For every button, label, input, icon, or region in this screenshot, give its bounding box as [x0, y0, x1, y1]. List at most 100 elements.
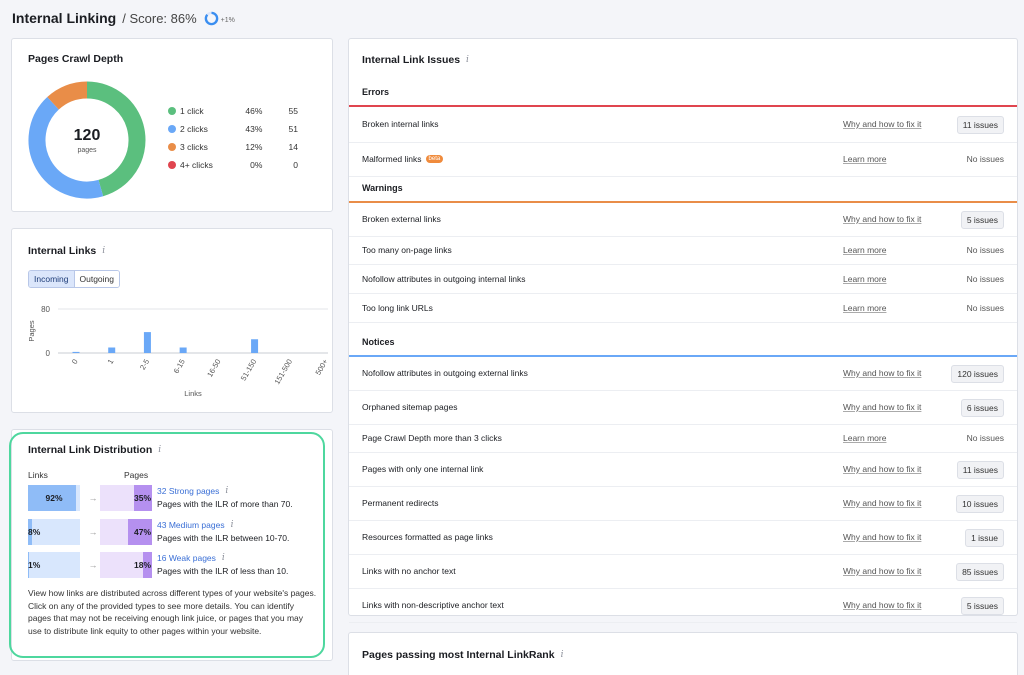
- why-fix-link[interactable]: Why and how to fix it: [843, 119, 921, 129]
- why-fix-link[interactable]: Why and how to fix it: [843, 214, 921, 224]
- x-tick-label: 500+: [313, 357, 330, 377]
- issues-count-button[interactable]: 5 issues: [960, 597, 1004, 615]
- y-tick-label: 0: [46, 349, 51, 358]
- learn-more-link[interactable]: Learn more: [843, 245, 886, 255]
- x-tick-label: 151-500: [272, 358, 294, 386]
- issue-name-text[interactable]: Nofollow attributes in outgoing external…: [362, 368, 528, 378]
- legend-row-3-clicks[interactable]: 3 clicks 12% 14: [168, 138, 298, 156]
- issue-name-text[interactable]: Malformed links: [362, 154, 422, 164]
- issue-name-text[interactable]: Links with non-descriptive anchor text: [362, 600, 504, 610]
- issue-name[interactable]: Too long link URLs: [362, 303, 433, 313]
- issue-name-text[interactable]: Broken external links: [362, 214, 441, 224]
- section-warnings: Warnings: [349, 179, 1017, 203]
- highlight-outline: [9, 432, 325, 658]
- legend-row-4-plus-clicks[interactable]: 4+ clicks 0% 0: [168, 156, 298, 174]
- total-pages-count: 120: [73, 126, 101, 144]
- issue-name[interactable]: Page Crawl Depth more than 3 clicks: [362, 433, 502, 443]
- issues-title-text: Internal Link Issues: [362, 54, 461, 66]
- page-header: Internal Linking / Score: 86% +1%: [12, 8, 235, 28]
- why-fix-link[interactable]: Why and how to fix it: [843, 402, 921, 412]
- why-fix-link[interactable]: Why and how to fix it: [843, 532, 921, 542]
- issue-name[interactable]: Links with non-descriptive anchor text: [362, 600, 504, 610]
- issues-count-button[interactable]: 11 issues: [956, 116, 1004, 134]
- issue-name-text[interactable]: Pages with only one internal link: [362, 464, 483, 474]
- issues-count-button[interactable]: 10 issues: [956, 495, 1004, 513]
- x-axis-title: Links: [184, 389, 202, 398]
- legend-count: 51: [288, 124, 299, 134]
- issue-name[interactable]: Permanent redirects: [362, 498, 439, 508]
- crawl-depth-legend: 1 click 46% 55 2 clicks 43% 51 3 clicks …: [168, 102, 298, 174]
- section-label: Notices: [362, 337, 395, 347]
- issues-count-button[interactable]: 6 issues: [960, 399, 1004, 417]
- legend-label: 1 click: [180, 106, 204, 116]
- tab-outgoing[interactable]: Outgoing: [74, 271, 119, 287]
- score-ring-icon: [204, 11, 218, 25]
- issue-row: Too many on-page links Learn more No issue…: [349, 237, 1017, 265]
- info-icon[interactable]: i: [102, 246, 105, 256]
- issue-row: Links with non-descriptive anchor text Wh…: [349, 589, 1017, 623]
- tab-incoming[interactable]: Incoming: [29, 271, 75, 287]
- learn-more-link[interactable]: Learn more: [843, 154, 886, 164]
- issue-name[interactable]: Too many on-page links: [362, 245, 452, 255]
- internal-links-title-text: Internal Links: [28, 245, 97, 257]
- legend-count: 14: [288, 142, 299, 152]
- crawl-depth-title: Pages Crawl Depth: [28, 53, 124, 65]
- issue-row: Nofollow attributes in outgoing external…: [349, 357, 1017, 391]
- issue-name-text[interactable]: Nofollow attributes in outgoing internal…: [362, 274, 525, 284]
- x-tick-label: 51-150: [239, 358, 258, 383]
- legend-row-1-click[interactable]: 1 click 46% 55: [168, 102, 298, 120]
- issue-name-text[interactable]: Permanent redirects: [362, 498, 439, 508]
- x-tick-label: 16-50: [205, 358, 222, 379]
- issues-count-button[interactable]: 120 issues: [951, 365, 1004, 383]
- why-fix-link[interactable]: Why and how to fix it: [843, 566, 921, 576]
- issue-name[interactable]: Malformed links beta: [362, 154, 444, 164]
- info-icon[interactable]: i: [466, 55, 469, 65]
- issue-name[interactable]: Orphaned sitemap pages: [362, 402, 457, 412]
- issues-count-button[interactable]: 11 issues: [956, 461, 1004, 479]
- page-title: Internal Linking: [12, 10, 117, 26]
- why-fix-link[interactable]: Why and how to fix it: [843, 464, 921, 474]
- x-tick-label: 2-5: [138, 358, 151, 372]
- issue-name-text[interactable]: Orphaned sitemap pages: [362, 402, 457, 412]
- issues-count-button[interactable]: 1 issue: [965, 529, 1004, 547]
- issue-name-text[interactable]: Page Crawl Depth more than 3 clicks: [362, 433, 502, 443]
- bar-6-15[interactable]: [179, 347, 187, 354]
- issue-row: Resources formatted as page links Why and…: [349, 521, 1017, 555]
- learn-more-link[interactable]: Learn more: [843, 274, 886, 284]
- info-icon[interactable]: i: [561, 650, 564, 660]
- learn-more-link[interactable]: Learn more: [843, 303, 886, 313]
- issue-name[interactable]: Broken external links: [362, 214, 441, 224]
- issue-name[interactable]: Resources formatted as page links: [362, 532, 493, 542]
- issues-count-button[interactable]: 5 issues: [960, 211, 1004, 229]
- issue-name[interactable]: Pages with only one internal link: [362, 464, 483, 474]
- section-errors: Errors: [349, 83, 1017, 107]
- bar-51-150[interactable]: [251, 339, 259, 353]
- pages-passing-linkrank-card: Pages passing most Internal LinkRank i: [348, 632, 1018, 675]
- issue-name-text[interactable]: Too long link URLs: [362, 303, 433, 313]
- legend-row-2-clicks[interactable]: 2 clicks 43% 51: [168, 120, 298, 138]
- beta-badge: beta: [425, 155, 444, 163]
- issue-name-text[interactable]: Resources formatted as page links: [362, 532, 493, 542]
- bar-1[interactable]: [108, 347, 116, 354]
- issues-count-button[interactable]: 85 issues: [956, 563, 1004, 581]
- why-fix-link[interactable]: Why and how to fix it: [843, 368, 921, 378]
- why-fix-link[interactable]: Why and how to fix it: [843, 600, 921, 610]
- bar-2-5[interactable]: [143, 332, 151, 353]
- issue-name-text[interactable]: Links with no anchor text: [362, 566, 456, 576]
- x-tick-label: 1: [106, 358, 116, 366]
- issue-name[interactable]: Links with no anchor text: [362, 566, 456, 576]
- issue-name-text[interactable]: Broken internal links: [362, 119, 439, 129]
- legend-dot: [168, 143, 176, 151]
- why-fix-link[interactable]: Why and how to fix it: [843, 498, 921, 508]
- no-issues-label: No issues: [966, 273, 1004, 284]
- issue-name[interactable]: Nofollow attributes in outgoing external…: [362, 368, 528, 378]
- legend-dot: [168, 161, 176, 169]
- issue-name[interactable]: Broken internal links: [362, 119, 439, 129]
- bar-0[interactable]: [72, 351, 80, 353]
- issue-name[interactable]: Nofollow attributes in outgoing internal…: [362, 274, 525, 284]
- internal-link-issues-card: Internal Link Issues i Errors Broken inte…: [348, 38, 1018, 623]
- legend-count: 0: [293, 160, 299, 170]
- issue-row: Links with no anchor text Why and how to …: [349, 555, 1017, 589]
- learn-more-link[interactable]: Learn more: [843, 433, 886, 443]
- issue-name-text[interactable]: Too many on-page links: [362, 245, 452, 255]
